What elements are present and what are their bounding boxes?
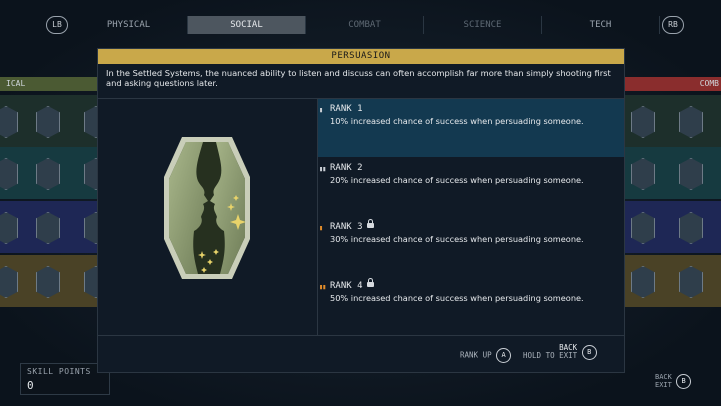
rank-bars-icon: ▮ [319,106,323,114]
rank-name: RANK 3 [330,222,363,232]
rank-up-label: RANK UP [460,350,492,360]
rank-name: RANK 4 [330,281,363,291]
skill-row [623,201,721,253]
skill-badge-icon[interactable] [36,106,60,138]
skill-badge-icon[interactable] [679,158,703,190]
skill-row [623,147,721,199]
skill-art-pane [98,99,318,335]
b-button-icon[interactable]: B [676,373,692,389]
rank-name: RANK 1 [330,104,363,114]
skill-row [0,201,108,253]
rank-bars-icon: ▮ [319,224,323,232]
back-exit-hint[interactable]: BACK EXIT B [655,373,692,389]
rank-up-button[interactable]: RANK UP A [460,348,512,363]
skill-badge-icon[interactable] [679,212,703,244]
hold-to-exit-label: HOLD TO EXIT [523,351,578,360]
category-tabs: PHYSICAL SOCIAL COMBAT SCIENCE TECH [70,16,660,34]
skill-badge-icon[interactable] [631,158,655,190]
exit-label: EXIT [655,381,672,389]
rank-item-1[interactable]: ▮ RANK 1 10% increased chance of success… [318,99,624,157]
skill-points-value: 0 [27,379,34,392]
rank-list: ▮ RANK 1 10% increased chance of success… [318,99,624,335]
rank-description: 30% increased chance of success when per… [330,234,584,244]
a-button-icon[interactable]: A [496,348,512,363]
category-tab-bar: LB PHYSICAL SOCIAL COMBAT SCIENCE TECH R… [40,14,685,38]
skill-badge-icon[interactable] [631,106,655,138]
skill-badge-icon[interactable] [631,266,655,298]
skill-badge-icon[interactable] [36,212,60,244]
persuasion-badge-icon [164,137,250,279]
b-button-icon[interactable]: B [581,344,597,360]
skill-row [0,147,108,199]
back-label: BACK [655,373,672,381]
lock-icon [366,278,374,287]
skill-row [623,95,721,147]
back-button[interactable]: BACK HOLD TO EXIT B [523,344,597,360]
rank-item-2[interactable]: ▮▮ RANK 2 20% increased chance of succes… [318,158,624,216]
rank-bars-icon: ▮▮ [319,165,327,173]
skill-badge-icon[interactable] [679,266,703,298]
modal-footer: RANK UP A BACK HOLD TO EXIT B [98,335,624,373]
rank-item-4[interactable]: ▮▮ RANK 4 50% increased chance of succes… [318,276,624,334]
rank-name: RANK 2 [330,163,363,173]
skill-badge-icon[interactable] [0,106,18,138]
tab-physical[interactable]: PHYSICAL [70,16,188,34]
skill-row [0,255,108,307]
tab-tech[interactable]: TECH [542,16,660,34]
skill-content: ▮ RANK 1 10% increased chance of success… [98,98,624,335]
skill-badge-icon[interactable] [36,266,60,298]
skill-row [0,95,108,147]
tab-social[interactable]: SOCIAL [188,16,306,34]
skill-description: In the Settled Systems, the nuanced abil… [106,68,611,88]
rank-name-row: RANK 3 [330,219,374,232]
lb-button[interactable]: LB [46,16,68,34]
skill-detail-modal: PERSUASION In the Settled Systems, the n… [97,48,625,373]
rank-bars-icon: ▮▮ [319,283,327,291]
combat-category-header: COMB [623,77,721,91]
skill-badge-icon[interactable] [679,106,703,138]
skill-badge-icon[interactable] [0,158,18,190]
skill-row [623,255,721,307]
skill-badge-icon[interactable] [631,212,655,244]
skill-points-label: SKILL POINTS [27,367,91,376]
rank-description: 50% increased chance of success when per… [330,293,584,303]
physical-category-header: ICAL [0,77,97,91]
skill-title: PERSUASION [98,49,624,64]
tab-science[interactable]: SCIENCE [424,16,542,34]
rank-description: 10% increased chance of success when per… [330,116,584,126]
rank-item-3[interactable]: ▮ RANK 3 30% increased chance of success… [318,217,624,275]
tab-combat[interactable]: COMBAT [306,16,424,34]
rank-name-row: RANK 4 [330,278,374,291]
rank-description: 20% increased chance of success when per… [330,175,584,185]
rb-button[interactable]: RB [662,16,684,34]
skill-badge-icon[interactable] [0,212,18,244]
skill-badge-icon[interactable] [36,158,60,190]
lock-icon [366,219,374,228]
skill-badge-icon[interactable] [0,266,18,298]
